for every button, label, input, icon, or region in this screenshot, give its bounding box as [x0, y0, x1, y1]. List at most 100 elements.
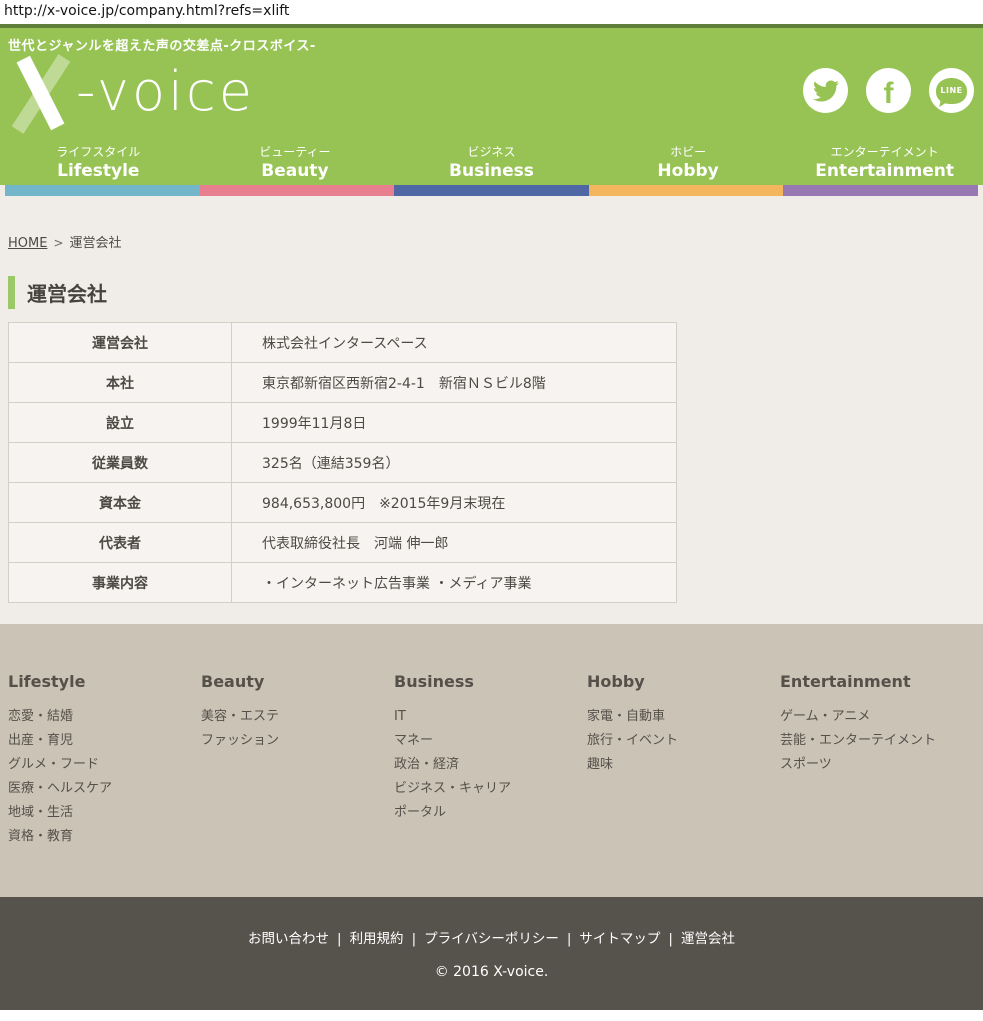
footer-link[interactable]: 出産・育児: [8, 729, 201, 753]
nav-label-en: Hobby: [590, 160, 787, 182]
footer-link[interactable]: 旅行・イベント: [587, 729, 780, 753]
logo-x-mark: [10, 59, 72, 125]
line-icon: LINE: [936, 78, 967, 104]
footer-bottom-links: お問い合わせ|利用規約|プライバシーポリシー|サイトマップ|運営会社: [0, 927, 983, 947]
footer-column-title: Entertainment: [780, 672, 973, 691]
facebook-button[interactable]: f: [866, 68, 911, 113]
row-label: 本社: [9, 363, 232, 403]
nav-label-jp: エンターテイメント: [786, 144, 983, 160]
entertainment-color-bar: [783, 185, 978, 196]
footer-link[interactable]: 家電・自動車: [587, 705, 780, 729]
nav-label-en: Entertainment: [786, 160, 983, 182]
footer-column-title: Beauty: [201, 672, 394, 691]
footer-link[interactable]: 地域・生活: [8, 801, 201, 825]
line-icon-label: LINE: [940, 86, 962, 95]
nav-item-beauty[interactable]: ビューティー Beauty: [197, 144, 394, 182]
nav-label-jp: ライフスタイル: [0, 144, 197, 160]
footer-link[interactable]: ゲーム・アニメ: [780, 705, 973, 729]
nav-label-jp: ホビー: [590, 144, 787, 160]
hobby-color-bar: [589, 185, 784, 196]
table-row: 従業員数 325名（連結359名）: [9, 443, 677, 483]
row-label: 代表者: [9, 523, 232, 563]
table-row: 代表者 代表取締役社長 河端 伸一郎: [9, 523, 677, 563]
footer-link[interactable]: 趣味: [587, 753, 780, 777]
footer-link[interactable]: ポータル: [394, 801, 587, 825]
nav-label-jp: ビジネス: [393, 144, 590, 160]
nav-item-lifestyle[interactable]: ライフスタイル Lifestyle: [0, 144, 197, 182]
footer-column-title: Lifestyle: [8, 672, 201, 691]
footer-column-hobby: Hobby 家電・自動車 旅行・イベント 趣味: [587, 672, 780, 897]
breadcrumb-current: 運営会社: [70, 236, 122, 251]
footer-link[interactable]: 医療・ヘルスケア: [8, 777, 201, 801]
main-content: HOME > 運営会社 運営会社 運営会社 株式会社インタースペース 本社 東京都新…: [0, 196, 983, 624]
footer-link[interactable]: 美容・エステ: [201, 705, 394, 729]
row-value: 1999年11月8日: [232, 403, 677, 443]
table-row: 事業内容 ・インターネット広告事業 ・メディア事業: [9, 563, 677, 603]
line-button[interactable]: LINE: [929, 68, 974, 113]
footer-link[interactable]: ビジネス・キャリア: [394, 777, 587, 801]
footer-column-title: Business: [394, 672, 587, 691]
lifestyle-color-bar: [5, 185, 200, 196]
logo-text: -voice: [76, 59, 255, 125]
row-value: 代表取締役社長 河端 伸一郎: [232, 523, 677, 563]
row-label: 従業員数: [9, 443, 232, 483]
row-label: 資本金: [9, 483, 232, 523]
footer-link[interactable]: IT: [394, 705, 587, 729]
site-logo[interactable]: -voice: [10, 56, 255, 128]
main-navigation: ライフスタイル Lifestyle ビューティー Beauty ビジネス Bus…: [0, 144, 983, 182]
row-label: 運営会社: [9, 323, 232, 363]
company-info-table: 運営会社 株式会社インタースペース 本社 東京都新宿区西新宿2-4-1 新宿ＮＳ…: [8, 322, 677, 603]
footer-column-lifestyle: Lifestyle 恋愛・結婚 出産・育児 グルメ・フード 医療・ヘルスケア 地…: [8, 672, 201, 897]
footer-column-title: Hobby: [587, 672, 780, 691]
footer-link[interactable]: 政治・経済: [394, 753, 587, 777]
footer-link[interactable]: スポーツ: [780, 753, 973, 777]
footer-link[interactable]: 資格・教育: [8, 825, 201, 849]
facebook-icon: f: [884, 79, 894, 109]
footer-link[interactable]: 恋愛・結婚: [8, 705, 201, 729]
row-label: 設立: [9, 403, 232, 443]
footer-sitemap: Lifestyle 恋愛・結婚 出産・育児 グルメ・フード 医療・ヘルスケア 地…: [0, 624, 983, 897]
twitter-button[interactable]: [803, 68, 848, 113]
nav-label-en: Beauty: [197, 160, 394, 182]
footer-terms-link[interactable]: 利用規約: [350, 931, 404, 947]
nav-item-entertainment[interactable]: エンターテイメント Entertainment: [786, 144, 983, 182]
footer-column-entertainment: Entertainment ゲーム・アニメ 芸能・エンターテイメント スポーツ: [780, 672, 973, 897]
footer-link[interactable]: グルメ・フード: [8, 753, 201, 777]
twitter-icon: [813, 78, 839, 104]
row-value: 984,653,800円 ※2015年9月末現在: [232, 483, 677, 523]
nav-label-en: Lifestyle: [0, 160, 197, 182]
site-header: 世代とジャンルを超えた声の交差点-クロスボイス- -voice f LINE ラ…: [0, 28, 983, 185]
category-color-bars: [0, 185, 983, 196]
nav-label-en: Business: [393, 160, 590, 182]
page-title: 運営会社: [8, 276, 983, 309]
breadcrumb-home-link[interactable]: HOME: [8, 236, 47, 251]
footer-link[interactable]: ファッション: [201, 729, 394, 753]
url-text[interactable]: http://x-voice.jp/company.html?refs=xlif…: [4, 3, 289, 19]
footer-privacy-link[interactable]: プライバシーポリシー: [424, 931, 559, 947]
footer-link[interactable]: マネー: [394, 729, 587, 753]
row-label: 事業内容: [9, 563, 232, 603]
table-row: 運営会社 株式会社インタースペース: [9, 323, 677, 363]
row-value: 株式会社インタースペース: [232, 323, 677, 363]
nav-item-hobby[interactable]: ホビー Hobby: [590, 144, 787, 182]
footer-link-separator: |: [337, 931, 342, 947]
footer-bottom: お問い合わせ|利用規約|プライバシーポリシー|サイトマップ|運営会社 © 201…: [0, 897, 983, 1010]
site-tagline: 世代とジャンルを超えた声の交差点-クロスボイス-: [8, 35, 316, 54]
breadcrumb-separator: >: [53, 236, 63, 250]
nav-label-jp: ビューティー: [197, 144, 394, 160]
row-value: 325名（連結359名）: [232, 443, 677, 483]
footer-company-link[interactable]: 運営会社: [681, 931, 735, 947]
table-row: 本社 東京都新宿区西新宿2-4-1 新宿ＮＳビル8階: [9, 363, 677, 403]
nav-item-business[interactable]: ビジネス Business: [393, 144, 590, 182]
business-color-bar: [394, 185, 589, 196]
footer-column-beauty: Beauty 美容・エステ ファッション: [201, 672, 394, 897]
footer-link-separator: |: [567, 931, 572, 947]
browser-url-bar[interactable]: http://x-voice.jp/company.html?refs=xlif…: [0, 0, 983, 24]
table-row: 設立 1999年11月8日: [9, 403, 677, 443]
footer-link[interactable]: 芸能・エンターテイメント: [780, 729, 973, 753]
footer-contact-link[interactable]: お問い合わせ: [248, 931, 329, 947]
copyright-text: © 2016 X-voice.: [0, 964, 983, 980]
table-row: 資本金 984,653,800円 ※2015年9月末現在: [9, 483, 677, 523]
footer-sitemap-link[interactable]: サイトマップ: [579, 931, 660, 947]
footer-link-separator: |: [412, 931, 417, 947]
